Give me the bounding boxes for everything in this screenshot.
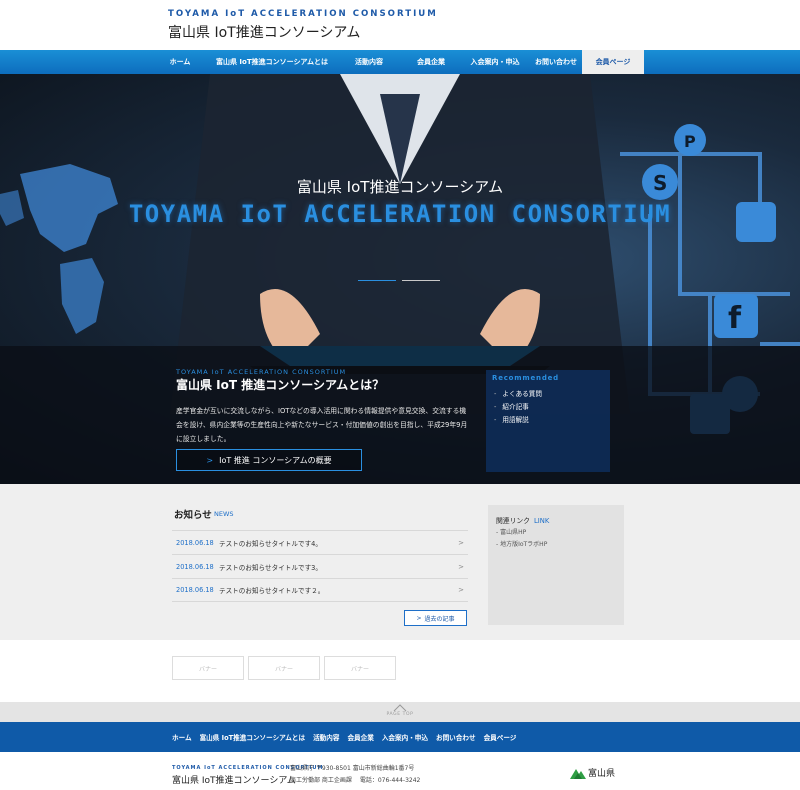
nav-item-activities[interactable]: 活動内容 (336, 50, 402, 74)
chevron-right-icon: > (458, 562, 464, 571)
footer-brand-ja: 富山県 IoT推進コンソーシアム (172, 776, 296, 786)
about-overview-button-label: IoT 推進 コンソーシアムの概要 (219, 455, 332, 465)
nav-item-contact[interactable]: お問い合わせ (530, 50, 582, 74)
footer-department: 商工労働部 商工企画課 (290, 777, 352, 784)
past-articles-button[interactable]: > 過去の記事 (404, 610, 467, 626)
news-title: テストのお知らせタイトルです２。 (219, 587, 325, 595)
news-date: 2018.06.18 (176, 562, 214, 571)
recommended-title: Recommended (492, 374, 559, 382)
footer-nav-item[interactable]: ホーム (172, 732, 192, 742)
recommended-item[interactable]: - 用語解説 (494, 414, 542, 427)
news-item[interactable]: 2018.06.18 テストのお知らせタイトルです２。 > (172, 578, 468, 602)
news-date: 2018.06.18 (176, 586, 214, 594)
about-description: 産学官金が互いに交流しながら、IOTなどの導入活用に関わる情報提供や意見交換、交… (176, 407, 468, 443)
list-bullet: - (494, 416, 497, 424)
footer-nav-item[interactable]: 入会案内・申込 (382, 732, 428, 742)
related-link-item[interactable]: - 地方版IoTラボHP (496, 539, 547, 551)
brand-name-en[interactable]: TOYAMA IoT ACCELERATION CONSORTIUM (168, 9, 438, 19)
hero-title-en: TOYAMA IoT ACCELERATION CONSORTIUM (128, 200, 672, 228)
page-top-button[interactable]: PAGE TOP (378, 704, 422, 720)
nav-item-member-page[interactable]: 会員ページ (582, 50, 644, 74)
news-title: テストのお知らせタイトルです3。 (219, 563, 322, 572)
past-articles-label: 過去の記事 (424, 615, 455, 623)
list-bullet: - (494, 390, 497, 398)
footer-nav: ホーム 富山県 IoT推進コンソーシアムとは 活動内容 会員企業 入会案内・申込… (0, 722, 800, 752)
chevron-right-icon: > (206, 455, 214, 465)
footer-nav-item[interactable]: 会員企業 (347, 732, 373, 742)
related-links-heading-en: LINK (533, 517, 550, 525)
news-heading-en: NEWS (214, 510, 234, 518)
footer-phone-label: 電話： (359, 777, 378, 784)
chevron-right-icon: > (416, 614, 422, 622)
recommended-box: Recommended - よくある質問 - 紹介記事 - 用語解説 (486, 370, 610, 472)
toyama-pref-logo[interactable]: 富山県 (570, 766, 615, 779)
about-overview-button[interactable]: > IoT 推進 コンソーシアムの概要 (176, 449, 362, 471)
recommended-item[interactable]: - よくある質問 (494, 388, 542, 401)
footer-nav-item[interactable]: 富山県 IoT推進コンソーシアムとは (200, 732, 306, 742)
recommended-item[interactable]: - 紹介記事 (494, 401, 542, 414)
news-item[interactable]: 2018.06.18 テストのお知らせタイトルです4。 > (172, 530, 468, 554)
about-label-en: TOYAMA IoT ACCELERATION CONSORTIUM (176, 368, 347, 376)
chevron-up-icon (393, 704, 407, 712)
banner[interactable]: バナー (324, 656, 396, 680)
footer-phone: 076-444-3242 (377, 777, 421, 784)
related-link-item[interactable]: - 富山県HP (496, 527, 547, 539)
slider-indicator[interactable] (402, 280, 440, 281)
nav-item-members[interactable]: 会員企業 (402, 50, 460, 74)
brand-name-ja[interactable]: 富山県 IoT推進コンソーシアム (168, 22, 360, 42)
news-item[interactable]: 2018.06.18 テストのお知らせタイトルです3。 > (172, 554, 468, 578)
slider-indicator-active[interactable] (358, 280, 396, 281)
news-list: 2018.06.18 テストのお知らせタイトルです4。 > 2018.06.18… (172, 530, 468, 602)
nav-item-about[interactable]: 富山県 IoT推進コンソーシアムとは (208, 50, 336, 74)
site-header: TOYAMA IoT ACCELERATION CONSORTIUM 富山県 I… (0, 0, 800, 50)
mountain-logo-icon (570, 768, 586, 779)
related-links-heading: 関連リンク LINK (496, 517, 550, 525)
footer-address: 富山県庁 〒930-8501 富山市新総曲輪1番7号 (290, 765, 415, 772)
global-nav: ホーム 富山県 IoT推進コンソーシアムとは 活動内容 会員企業 入会案内・申込… (0, 50, 800, 74)
news-date: 2018.06.18 (176, 538, 214, 547)
list-bullet: - (494, 403, 497, 411)
chevron-right-icon: > (458, 586, 464, 594)
news-heading: お知らせ (174, 510, 212, 521)
news-title: テストのお知らせタイトルです4。 (219, 539, 322, 548)
footer-nav-item[interactable]: お問い合わせ (436, 732, 476, 742)
nav-item-join[interactable]: 入会案内・申込 (460, 50, 530, 74)
related-links-box: 関連リンク LINK - 富山県HP - 地方版IoTラボHP (488, 505, 624, 625)
pref-logo-text: 富山県 (588, 769, 616, 779)
chevron-right-icon: > (458, 538, 464, 547)
banner[interactable]: バナー (172, 656, 244, 680)
footer-nav-item[interactable]: 会員ページ (484, 732, 517, 742)
svg-text:f: f (728, 301, 742, 336)
footer-nav-item[interactable]: 活動内容 (313, 732, 339, 742)
page-top-label: PAGE TOP (386, 712, 414, 717)
footer-contact-line: 商工労働部 商工企画課 電話：076-444-3242 (290, 775, 420, 784)
banner[interactable]: バナー (248, 656, 320, 680)
about-title: 富山県 IoT 推進コンソーシアムとは？ (176, 378, 385, 392)
hero-title-ja: 富山県 IoT推進コンソーシアム (296, 178, 504, 196)
nav-item-home[interactable]: ホーム (152, 50, 208, 74)
